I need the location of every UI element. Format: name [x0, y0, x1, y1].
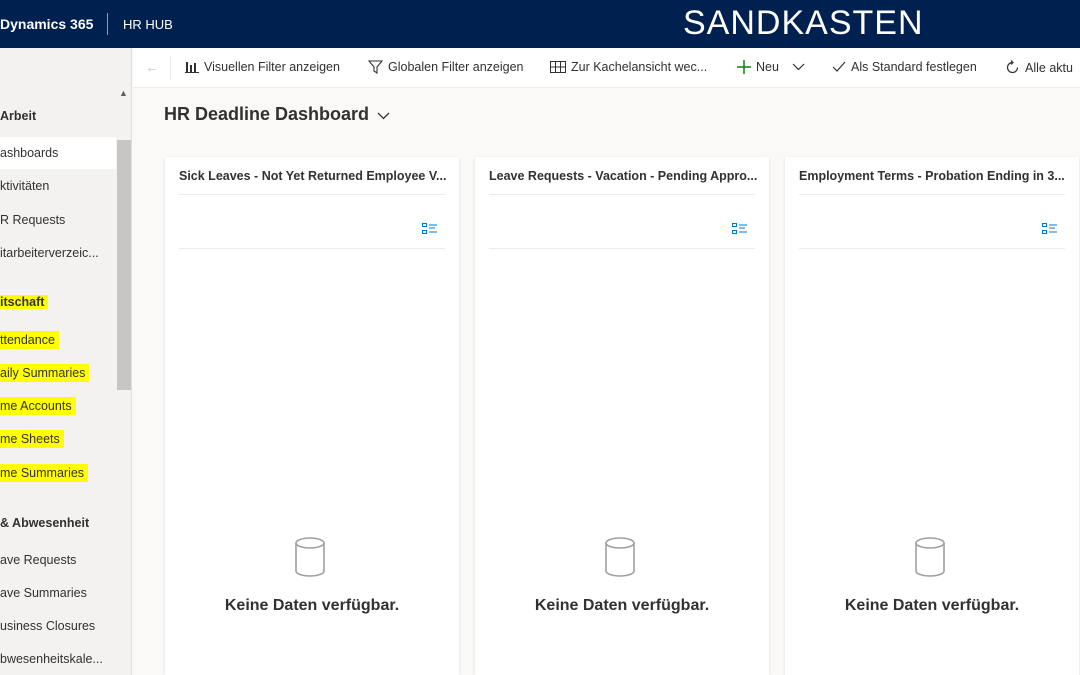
- tile-view-icon: [550, 61, 566, 73]
- card-divider: [799, 248, 1065, 249]
- sidebar-group-work: Arbeit: [0, 109, 37, 123]
- list-view-icon[interactable]: [422, 222, 438, 240]
- sidebar-group-label: itschaft: [0, 295, 49, 309]
- sidebar-item-label: ave Summaries: [0, 586, 87, 600]
- card-divider: [489, 248, 755, 249]
- page-title: HR Deadline Dashboard: [164, 104, 370, 124]
- card-title[interactable]: Employment Terms - Probation Ending in 3…: [799, 169, 1069, 183]
- sidebar-item-label: R Requests: [0, 213, 66, 227]
- sidebar-scroll-thumb[interactable]: [117, 140, 131, 390]
- app-name[interactable]: HR HUB: [123, 17, 173, 32]
- chevron-down-icon: [377, 104, 390, 125]
- new-button[interactable]: Neu: [737, 60, 805, 74]
- scroll-up-icon[interactable]: ▲: [119, 88, 128, 98]
- sidebar-item-attendance[interactable]: ttendance: [0, 324, 116, 356]
- card-divider: [179, 248, 445, 249]
- sidebar-item-label: itarbeiterverzeic...: [0, 246, 99, 260]
- database-icon: [294, 537, 326, 582]
- empty-state-text: Keine Daten verfügbar.: [844, 597, 1020, 614]
- sidebar-item-time-summaries[interactable]: me Summaries: [0, 457, 116, 489]
- sidebar-item-leave-summaries[interactable]: ave Summaries: [0, 577, 116, 609]
- arrow-left-icon[interactable]: ←: [145, 59, 159, 75]
- top-navigation-bar: Dynamics 365 HR HUB SANDKASTEN: [0, 0, 1080, 48]
- button-label: Als Standard festlegen: [851, 60, 977, 74]
- card-title[interactable]: Sick Leaves - Not Yet Returned Employee …: [179, 169, 449, 183]
- filter-icon: [368, 60, 383, 74]
- card-title[interactable]: Leave Requests - Vacation - Pending Appr…: [489, 169, 759, 183]
- show-visual-filter-button[interactable]: Visuellen Filter anzeigen: [185, 60, 340, 74]
- sidebar-item-label: aily Summaries: [0, 364, 90, 382]
- sidebar-item-activities[interactable]: ktivitäten: [0, 170, 116, 202]
- button-label: Visuellen Filter anzeigen: [204, 60, 340, 74]
- refresh-all-button[interactable]: Alle aktu: [1005, 60, 1073, 75]
- empty-state-text: Keine Daten verfügbar.: [534, 597, 710, 614]
- sidebar-item-label: bwesenheitskale...: [0, 652, 103, 666]
- empty-state-text: Keine Daten verfügbar.: [224, 597, 400, 614]
- sidebar-item-label: usiness Closures: [0, 619, 96, 633]
- command-bar: ← Visuellen Filter anzeigen Globalen Fil…: [133, 48, 1080, 88]
- button-label: Globalen Filter anzeigen: [388, 60, 524, 74]
- sidebar-item-daily-summaries[interactable]: aily Summaries: [0, 357, 116, 389]
- show-global-filter-button[interactable]: Globalen Filter anzeigen: [368, 60, 524, 74]
- sidebar-item-time-sheets[interactable]: me Sheets: [0, 423, 116, 455]
- database-icon: [604, 537, 636, 582]
- sidebar-item-label: ttendance: [0, 331, 59, 349]
- button-label: Neu: [756, 60, 779, 74]
- sidebar-item-employee-directory[interactable]: itarbeiterverzeic...: [0, 237, 116, 269]
- sidebar-group-absence: & Abwesenheit: [0, 516, 90, 530]
- sidebar-item-label: ave Requests: [0, 553, 77, 567]
- database-icon: [914, 537, 946, 582]
- sidebar-item-leave-requests[interactable]: ave Requests: [0, 544, 116, 576]
- checkmark-icon: [832, 61, 846, 73]
- command-separator: [170, 56, 171, 80]
- list-view-icon[interactable]: [1042, 222, 1058, 240]
- dashboard-card-employment-terms: Employment Terms - Probation Ending in 3…: [785, 157, 1079, 675]
- button-label: Alle aktu: [1025, 60, 1073, 75]
- sidebar-item-absence-calendar[interactable]: bwesenheitskale...: [0, 643, 116, 675]
- sidebar-item-label: me Sheets: [0, 430, 64, 448]
- bar-chart-icon: [185, 60, 199, 74]
- refresh-icon: [1005, 60, 1020, 75]
- sidebar-item-hr-requests[interactable]: R Requests: [0, 204, 116, 236]
- sitemap-sidebar: Arbeit ashboards ktivitäten R Requests i…: [0, 48, 132, 675]
- sidebar-item-label: ktivitäten: [0, 179, 50, 193]
- sidebar-item-business-closures[interactable]: usiness Closures: [0, 610, 116, 642]
- topbar-divider: [107, 13, 108, 35]
- card-divider: [799, 194, 1065, 195]
- chevron-down-icon[interactable]: [792, 63, 805, 71]
- sidebar-item-time-accounts[interactable]: me Accounts: [0, 390, 116, 422]
- dashboard-selector[interactable]: HR Deadline Dashboard: [164, 104, 390, 125]
- sidebar-item-dashboards[interactable]: ashboards: [0, 137, 116, 169]
- product-name[interactable]: Dynamics 365: [0, 16, 93, 32]
- button-label: Zur Kachelansicht wec...: [571, 60, 708, 74]
- plus-icon: [737, 60, 751, 74]
- switch-tile-view-button[interactable]: Zur Kachelansicht wec...: [550, 60, 707, 74]
- dashboard-card-leave-requests: Leave Requests - Vacation - Pending Appr…: [475, 157, 769, 675]
- sidebar-item-label: me Summaries: [0, 464, 89, 482]
- environment-label: SANDKASTEN: [683, 4, 924, 42]
- sidebar-item-label: ashboards: [0, 146, 59, 160]
- set-as-default-button[interactable]: Als Standard festlegen: [832, 60, 977, 74]
- list-view-icon[interactable]: [732, 222, 748, 240]
- card-divider: [179, 194, 445, 195]
- sidebar-item-label: me Accounts: [0, 397, 76, 415]
- dashboard-card-sick-leaves: Sick Leaves - Not Yet Returned Employee …: [165, 157, 459, 675]
- sidebar-group-2: itschaft: [0, 295, 116, 309]
- card-divider: [489, 194, 755, 195]
